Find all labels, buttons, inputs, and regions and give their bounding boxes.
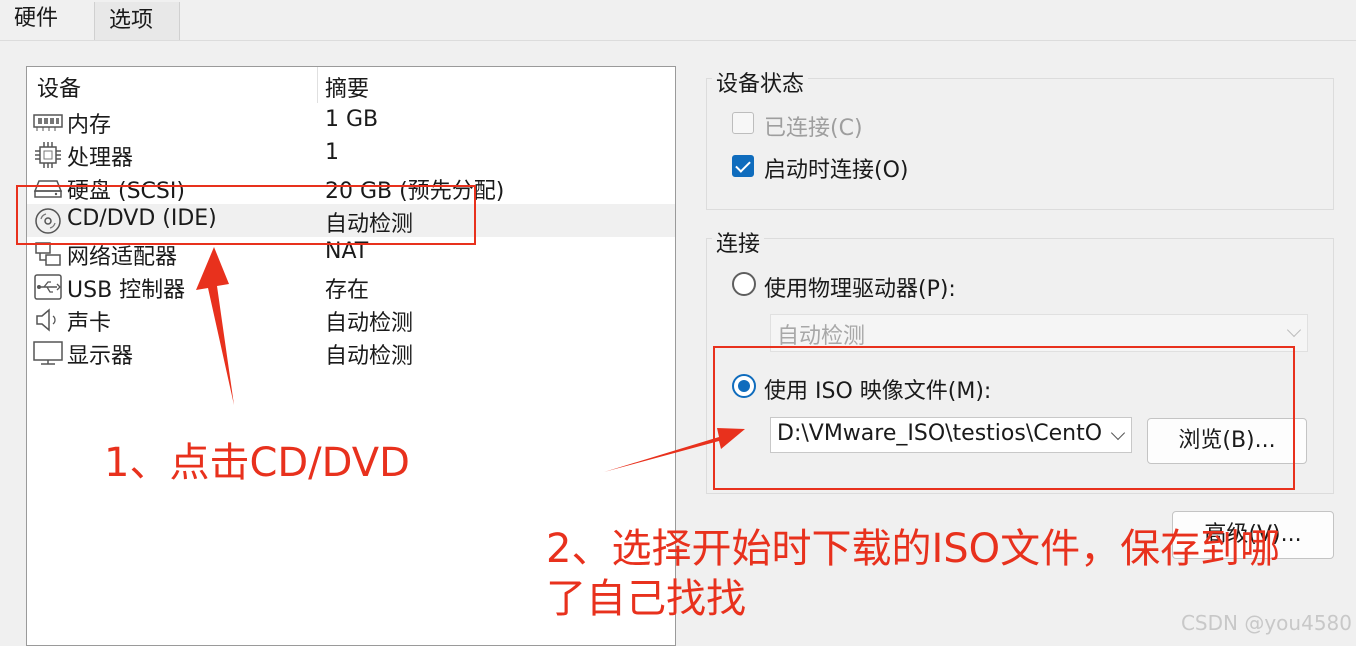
arrow-right-annotation (604, 428, 745, 472)
watermark: CSDN @you4580 (1180, 611, 1352, 635)
annotation-step1: 1、点击CD/DVD (104, 440, 410, 486)
annotation-step2-line2: 了自己找找 (546, 576, 746, 622)
arrow-up-annotation (196, 247, 234, 405)
